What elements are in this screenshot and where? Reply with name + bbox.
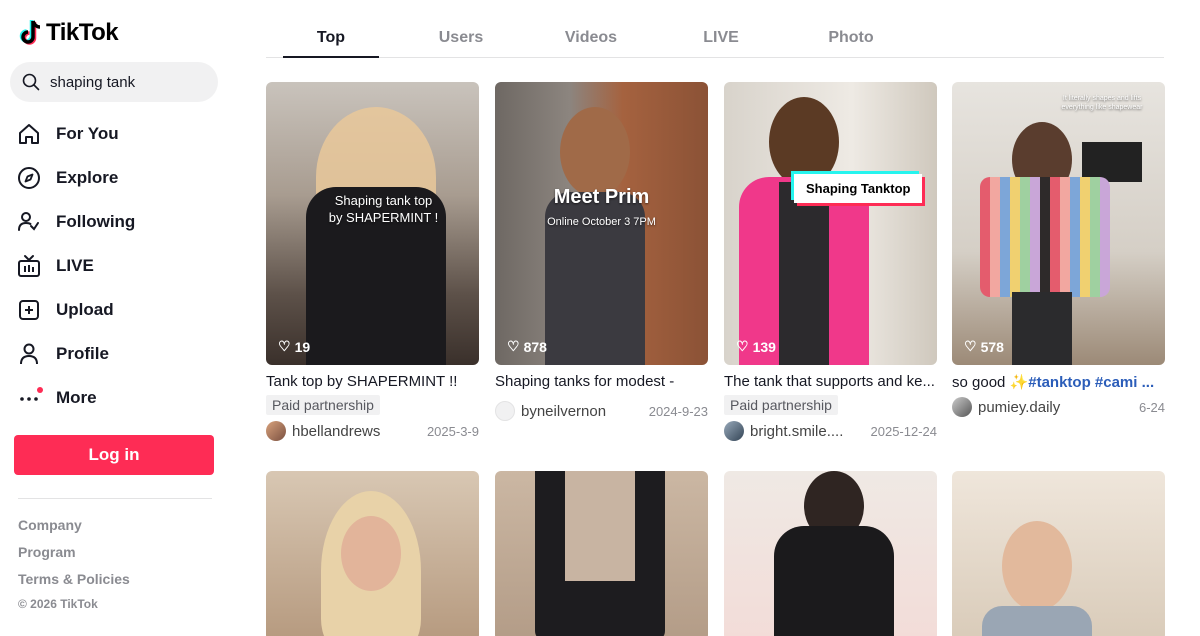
video-thumbnail[interactable] [724, 471, 937, 636]
username[interactable]: byneilvernon [521, 403, 641, 420]
video-thumbnail[interactable]: Shaping tank top by SHAPERMINT ! ♡ 19 [266, 82, 479, 365]
video-card[interactable]: It literally shapes and lifts everything… [952, 82, 1165, 417]
nav-label: Upload [56, 300, 114, 319]
nav-item-live[interactable]: LIVE [16, 244, 135, 288]
live-icon [16, 253, 42, 279]
copyright: © 2026 TikTok [18, 597, 98, 611]
compass-icon [16, 165, 42, 191]
video-meta: hbellandrews 2025-3-9 [266, 421, 479, 441]
video-meta: bright.smile.... 2025-12-24 [724, 421, 937, 441]
video-card[interactable] [495, 471, 708, 636]
sidebar-nav: For You Explore Following LIVE Upload Pr… [16, 112, 135, 420]
post-date: 6-24 [1138, 399, 1165, 415]
tab-live[interactable]: LIVE [656, 20, 786, 57]
avatar[interactable] [266, 421, 286, 441]
post-date: 2025-3-9 [426, 423, 479, 439]
video-meta: byneilvernon 2024-9-23 [495, 401, 708, 421]
more-icon [16, 385, 43, 411]
heart-icon: ♡ [736, 338, 749, 354]
video-thumbnail[interactable]: Meet Prim Online October 3 7PM ♡ 878 [495, 82, 708, 365]
video-caption[interactable]: Tank top by SHAPERMINT !! [266, 373, 479, 393]
nav-item-explore[interactable]: Explore [16, 156, 135, 200]
username[interactable]: hbellandrews [292, 423, 419, 440]
footer-link-company[interactable]: Company [18, 514, 130, 541]
nav-label: Profile [56, 344, 109, 363]
footer-link-program[interactable]: Program [18, 541, 130, 568]
video-overlay-subtitle: Online October 3 7PM [547, 216, 656, 228]
tab-top[interactable]: Top [266, 20, 396, 58]
video-card[interactable]: Shaping tank top by SHAPERMINT ! ♡ 19 Tank… [266, 82, 479, 441]
caption-text: so good ✨ [952, 374, 1029, 391]
heart-icon: ♡ [964, 338, 977, 354]
video-overlay-label: Shaping Tanktop [794, 174, 923, 203]
profile-icon [16, 341, 42, 367]
post-date: 2025-12-24 [870, 423, 938, 439]
tiktok-logo[interactable]: TikTok [18, 18, 119, 48]
video-meta: pumiey.daily 6-24 [952, 397, 1165, 417]
search-icon [22, 73, 40, 91]
paid-partnership-tag: Paid partnership [724, 395, 838, 415]
like-count: ♡ 139 [736, 338, 776, 355]
nav-label: Following [56, 212, 136, 231]
like-count: ♡ 878 [507, 338, 547, 355]
video-overlay-text: It literally shapes and lifts everything… [1061, 95, 1143, 111]
heart-icon: ♡ [278, 338, 291, 354]
username[interactable]: bright.smile.... [750, 423, 863, 440]
nav-label: More [56, 388, 97, 407]
heart-icon: ♡ [507, 338, 520, 354]
upload-icon [16, 297, 42, 323]
video-thumbnail[interactable] [266, 471, 479, 636]
nav-label: Explore [56, 168, 119, 187]
video-card[interactable]: Shaping Tanktop ♡ 139 The tank that suppo… [724, 82, 937, 441]
like-count: ♡ 578 [964, 338, 1004, 355]
footer-link-terms[interactable]: Terms & Policies [18, 568, 130, 595]
video-caption[interactable]: Shaping tanks for modest - [495, 373, 708, 393]
avatar[interactable] [724, 421, 744, 441]
nav-label: LIVE [56, 256, 94, 275]
video-caption[interactable]: so good ✨#tanktop #cami ... [952, 373, 1165, 393]
video-card[interactable] [952, 471, 1165, 636]
video-card[interactable] [266, 471, 479, 636]
tab-photo[interactable]: Photo [786, 20, 916, 57]
nav-label: For You [56, 124, 119, 143]
video-overlay-title: Meet Prim [553, 186, 650, 208]
like-count: ♡ 19 [278, 338, 311, 355]
search-input[interactable] [50, 73, 200, 91]
tiktok-logo-text: TikTok [46, 19, 119, 46]
caption-hashtags[interactable]: #tanktop #cami ... [1028, 374, 1154, 391]
search-tabs: Top Users Videos LIVE Photo [266, 20, 1164, 58]
video-thumbnail[interactable] [495, 471, 708, 636]
video-card[interactable] [724, 471, 937, 636]
nav-item-for-you[interactable]: For You [16, 112, 135, 156]
video-thumbnail[interactable] [952, 471, 1165, 636]
tiktok-logo-icon [19, 20, 41, 45]
video-caption[interactable]: The tank that supports and ke... [724, 373, 937, 393]
sidebar: TikTok For You Explore Following LIVE Up… [0, 0, 232, 636]
nav-item-upload[interactable]: Upload [16, 288, 135, 332]
post-date: 2024-9-23 [648, 403, 708, 419]
video-card[interactable]: Meet Prim Online October 3 7PM ♡ 878 Shap… [495, 82, 708, 421]
nav-item-profile[interactable]: Profile [16, 332, 135, 376]
notification-dot [37, 387, 43, 393]
nav-item-following[interactable]: Following [16, 200, 135, 244]
following-icon [16, 209, 42, 235]
avatar[interactable] [495, 401, 515, 421]
username[interactable]: pumiey.daily [978, 399, 1131, 416]
paid-partnership-tag: Paid partnership [266, 395, 380, 415]
login-button[interactable]: Log in [14, 435, 214, 475]
sidebar-footer: Company Program Terms & Policies © 2026 … [18, 514, 130, 611]
nav-item-more[interactable]: More [16, 376, 135, 420]
sidebar-divider [18, 498, 212, 499]
avatar[interactable] [952, 397, 972, 417]
home-icon [16, 121, 42, 147]
video-overlay-text: Shaping tank top by SHAPERMINT ! [328, 193, 439, 225]
tab-videos[interactable]: Videos [526, 20, 656, 57]
video-thumbnail[interactable]: Shaping Tanktop ♡ 139 [724, 82, 937, 365]
video-thumbnail[interactable]: It literally shapes and lifts everything… [952, 82, 1165, 365]
search-box[interactable] [10, 62, 218, 102]
tab-users[interactable]: Users [396, 20, 526, 57]
